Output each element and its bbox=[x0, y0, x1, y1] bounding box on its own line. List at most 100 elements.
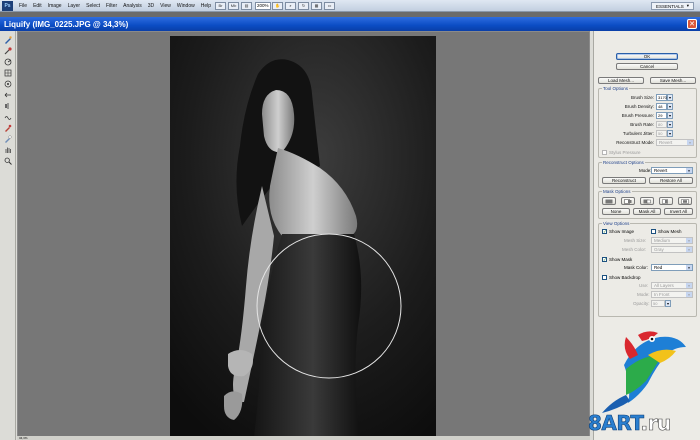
screen-mode-icon[interactable]: ▭ bbox=[324, 1, 336, 10]
twirl-clockwise-tool-icon[interactable] bbox=[3, 57, 13, 66]
turbulent-jitter-label: Turbulent Jitter: bbox=[622, 131, 654, 136]
cancel-button[interactable]: Cancel bbox=[616, 63, 678, 70]
use-layers-value: All Layers bbox=[654, 283, 674, 288]
preview-canvas[interactable] bbox=[17, 31, 590, 440]
add-to-selection-icon[interactable] bbox=[621, 197, 635, 205]
backdrop-mode-value: In Front bbox=[654, 292, 670, 297]
invert-selection-icon[interactable] bbox=[678, 197, 692, 205]
reconstruct-mode-dropdown[interactable]: Revert ▾ bbox=[651, 167, 693, 174]
mask-all-button[interactable]: Mask All bbox=[633, 208, 661, 215]
mask-mode-buttons bbox=[602, 197, 694, 205]
intersect-selection-icon[interactable] bbox=[659, 197, 673, 205]
chevron-down-icon[interactable]: ▾ bbox=[667, 130, 673, 137]
chevron-down-icon[interactable]: ▾ bbox=[667, 112, 673, 119]
menu-view[interactable]: View bbox=[157, 3, 174, 9]
use-label: Use: bbox=[639, 283, 649, 288]
reconstruct-mode-row: Reconstruct Mode: Revert ▾ bbox=[599, 139, 698, 146]
stylus-pressure-label: Stylus Pressure bbox=[609, 150, 641, 155]
chevron-down-icon[interactable]: ▾ bbox=[667, 103, 673, 110]
mask-none-button[interactable]: None bbox=[602, 208, 630, 215]
chevron-down-icon: ▾ bbox=[686, 168, 692, 173]
menu-file[interactable]: File bbox=[16, 3, 30, 9]
menu-analysis[interactable]: Analysis bbox=[120, 3, 145, 9]
bridge-icon[interactable]: Br bbox=[215, 1, 227, 10]
chevron-down-icon[interactable]: ▾ bbox=[667, 94, 673, 101]
hand-icon[interactable] bbox=[3, 145, 13, 154]
subtract-from-selection-icon[interactable] bbox=[640, 197, 654, 205]
portrait-image bbox=[170, 36, 436, 438]
workspace-label: ESSENTIALS bbox=[655, 3, 684, 9]
mask-color-label: Mask Color: bbox=[624, 265, 649, 270]
zoom-icon[interactable] bbox=[3, 156, 13, 165]
brush-pressure-label: Brush Pressure: bbox=[621, 113, 654, 118]
show-mesh-checkbox[interactable] bbox=[651, 229, 656, 234]
brush-size-input[interactable]: 3170 bbox=[656, 94, 667, 101]
push-left-tool-icon[interactable] bbox=[3, 90, 13, 99]
show-mask-checkbox[interactable]: ✓ bbox=[602, 257, 607, 262]
save-mesh-button[interactable]: Save Mesh... bbox=[650, 77, 696, 84]
restore-all-button[interactable]: Restore All bbox=[649, 177, 693, 184]
show-backdrop-checkbox[interactable] bbox=[602, 275, 607, 280]
mesh-size-select[interactable]: Medium ▾ bbox=[651, 237, 693, 244]
mask-options-title: Mask Options bbox=[602, 189, 632, 194]
menu-image[interactable]: Image bbox=[45, 3, 65, 9]
view-options-title: View Options bbox=[602, 221, 631, 226]
use-layers-select[interactable]: All Layers ▾ bbox=[651, 282, 693, 289]
opacity-input[interactable]: 50 bbox=[651, 300, 665, 307]
reconstruct-button[interactable]: Reconstruct bbox=[602, 177, 646, 184]
zoom-level-field[interactable]: 200% bbox=[255, 1, 272, 10]
reconstruct-options-group: Reconstruct Options Mode: Revert ▾ Recon… bbox=[598, 160, 697, 188]
menu-3d[interactable]: 3D bbox=[145, 3, 157, 9]
freeze-mask-tool-icon[interactable] bbox=[3, 123, 13, 132]
view-options-group: View Options ✓ Show Image Show Mesh Mesh… bbox=[598, 221, 697, 317]
backdrop-mode-select[interactable]: In Front ▾ bbox=[651, 291, 693, 298]
photo-preview[interactable] bbox=[170, 36, 436, 438]
invert-all-button[interactable]: Invert All bbox=[664, 208, 693, 215]
menu-edit[interactable]: Edit bbox=[30, 3, 45, 9]
show-backdrop-label: Show Backdrop bbox=[609, 275, 641, 280]
chevron-down-icon: ▾ bbox=[686, 292, 692, 297]
show-image-checkbox[interactable]: ✓ bbox=[602, 229, 607, 234]
zoom-icon[interactable]: ⌕ bbox=[285, 1, 297, 10]
brush-density-input[interactable]: 48 bbox=[656, 103, 667, 110]
stylus-pressure-checkbox[interactable] bbox=[602, 150, 607, 155]
menu-window[interactable]: Window bbox=[174, 3, 198, 9]
workspace-switcher[interactable]: ESSENTIALS ▾ bbox=[650, 2, 694, 10]
chevron-down-icon[interactable]: ▾ bbox=[665, 300, 671, 307]
watermark: 8ART.ru bbox=[582, 325, 700, 440]
watermark-text-main: 8ART bbox=[588, 411, 642, 436]
brush-rate-input[interactable]: 80 bbox=[656, 121, 667, 128]
replace-selection-icon[interactable] bbox=[602, 197, 616, 205]
mask-color-select[interactable]: Red ▾ bbox=[651, 264, 693, 271]
close-icon[interactable]: ✕ bbox=[687, 19, 697, 29]
mini-bridge-icon[interactable]: Mb bbox=[228, 1, 240, 10]
rotate-view-icon[interactable]: ↻ bbox=[298, 1, 310, 10]
bloat-tool-icon[interactable] bbox=[3, 79, 13, 88]
extras-icon[interactable]: ▤ bbox=[241, 1, 253, 10]
ok-button[interactable]: OK bbox=[616, 53, 678, 60]
reconstruct-mode-value: Revert bbox=[659, 140, 673, 145]
mesh-color-select[interactable]: Gray ▾ bbox=[651, 246, 693, 253]
forward-warp-tool-icon[interactable] bbox=[3, 35, 13, 44]
turbulence-tool-icon[interactable] bbox=[3, 112, 13, 121]
turbulent-jitter-input[interactable]: 50 bbox=[656, 130, 667, 137]
mirror-tool-icon[interactable] bbox=[3, 101, 13, 110]
menu-help[interactable]: Help bbox=[198, 3, 214, 9]
thaw-mask-tool-icon[interactable] bbox=[3, 134, 13, 143]
chevron-down-icon[interactable]: ▾ bbox=[667, 121, 673, 128]
dialog-titlebar[interactable]: Liquify (IMG_0225.JPG @ 34,3%) ✕ bbox=[0, 17, 700, 31]
brush-pressure-input[interactable]: 29 bbox=[656, 112, 667, 119]
reconstruct-mode-select[interactable]: Revert ▾ bbox=[656, 139, 694, 146]
hand-icon[interactable]: ✋ bbox=[272, 1, 284, 10]
application-menubar: Ps File Edit Image Layer Select Filter A… bbox=[0, 0, 700, 12]
menu-select[interactable]: Select bbox=[83, 3, 103, 9]
reconstruct-tool-icon[interactable] bbox=[3, 46, 13, 55]
arrange-documents-icon[interactable]: ▦ bbox=[311, 1, 323, 10]
menu-layer[interactable]: Layer bbox=[65, 3, 84, 9]
menu-filter[interactable]: Filter bbox=[103, 3, 120, 9]
load-mesh-button[interactable]: Load Mesh... bbox=[598, 77, 644, 84]
dialog-title: Liquify (IMG_0225.JPG @ 34,3%) bbox=[4, 19, 129, 29]
chevron-down-icon: ▾ bbox=[687, 140, 693, 145]
brush-density-row: Brush Density: 48 ▾ bbox=[599, 103, 698, 110]
pucker-tool-icon[interactable] bbox=[3, 68, 13, 77]
